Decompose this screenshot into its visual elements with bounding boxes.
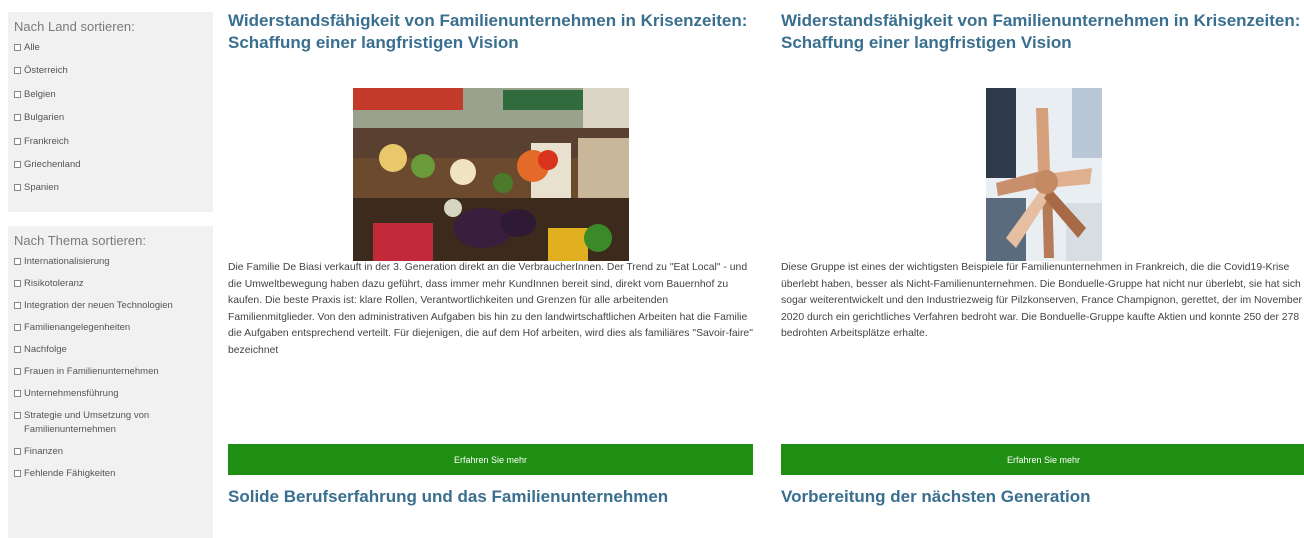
topic-option[interactable]: Integration der neuen Technologien [14,299,207,313]
checkbox[interactable] [14,280,21,287]
country-option[interactable]: Griechenland [14,158,207,172]
topic-option-label: Risikotoleranz [24,278,84,289]
checkbox[interactable] [14,137,21,145]
checkbox[interactable] [14,114,21,122]
sidebar: Nach Land sortieren: Alle Österreich Belgi… [8,12,213,538]
topic-option-label: Strategie und Umsetzung von Familienunte… [24,410,150,435]
learn-more-button[interactable]: Erfahren Sie mehr [228,444,753,475]
country-option-label: Belgien [24,88,56,100]
article-text: Diese Gruppe ist eines der wichtigsten B… [781,262,1302,339]
checkbox[interactable] [14,368,21,375]
country-option[interactable]: Frankreich [14,135,207,149]
country-option[interactable]: Belgien [14,88,207,102]
checkbox[interactable] [14,470,21,477]
checkbox[interactable] [14,448,21,455]
article-card: Widerstandsfähigkeit von Familienunterne… [228,10,753,506]
topic-option[interactable]: Unternehmensführung [14,387,207,401]
topic-option-label: Finanzen [24,446,64,457]
topic-option-label: Internationalisierung [24,256,110,267]
country-option[interactable]: Spanien [14,181,207,195]
checkbox[interactable] [14,390,21,397]
topic-option[interactable]: Fehlende Fähigkeiten [14,467,207,481]
country-option[interactable]: Bulgarien [14,111,207,125]
article-card: Widerstandsfähigkeit von Familienunterne… [781,10,1304,506]
country-filter: Nach Land sortieren: Alle Österreich Belgi… [8,12,213,212]
article-title[interactable]: Widerstandsfähigkeit von Familienunterne… [228,10,753,54]
topic-option[interactable]: Frauen in Familienunternehmen [14,365,207,379]
checkbox[interactable] [14,324,21,331]
topic-filter: Nach Thema sortieren: Internationalisier… [8,226,213,538]
country-filter-title: Nach Land sortieren: [14,19,135,34]
next-article-title[interactable]: Solide Berufserfahrung und das Familienu… [228,487,668,507]
checkbox[interactable] [14,184,21,192]
topic-option-label: Fehlende Fähigkeiten [24,468,116,479]
checkbox[interactable] [14,160,21,168]
country-option-label: Frankreich [24,135,69,147]
country-option[interactable]: Österreich [14,64,207,78]
country-option-label: Alle [24,42,40,53]
checkbox[interactable] [14,258,21,265]
article-title[interactable]: Widerstandsfähigkeit von Familienunterne… [781,10,1304,54]
topic-option[interactable]: Strategie und Umsetzung von Familienunte… [14,409,207,437]
topic-option[interactable]: Familienangelegenheiten [14,321,207,335]
team-hands-image[interactable] [986,88,1102,261]
next-article-title[interactable]: Vorbereitung der nächsten Generation [781,487,1091,507]
topic-option-label: Nachfolge [24,344,67,355]
topic-option[interactable]: Nachfolge [14,343,207,357]
topic-option-label: Integration der neuen Technologien [24,300,173,311]
country-option-label: Griechenland [24,158,81,170]
market-vegetables-image[interactable] [353,88,629,261]
checkbox[interactable] [14,346,21,353]
topic-option-label: Familienangelegenheiten [24,322,131,333]
topic-option-label: Unternehmensführung [24,388,119,399]
country-option-label: Bulgarien [24,112,65,124]
checkbox[interactable] [14,67,21,75]
checkbox[interactable] [14,412,21,419]
checkbox[interactable] [14,302,21,309]
topic-option[interactable]: Risikotoleranz [14,277,207,291]
topic-filter-title: Nach Thema sortieren: [14,233,146,248]
country-option[interactable]: Alle [14,41,207,55]
topic-option[interactable]: Internationalisierung [14,255,207,269]
topic-option-label: Frauen in Familienunternehmen [24,366,159,377]
checkbox[interactable] [14,90,21,98]
country-option-label: Spanien [24,182,59,194]
article-text: Die Familie De Biasi verkauft in der 3. … [228,262,753,356]
learn-more-button[interactable]: Erfahren Sie mehr [781,444,1304,475]
topic-option[interactable]: Finanzen [14,445,207,459]
checkbox[interactable] [14,44,21,51]
country-option-label: Österreich [24,65,68,77]
